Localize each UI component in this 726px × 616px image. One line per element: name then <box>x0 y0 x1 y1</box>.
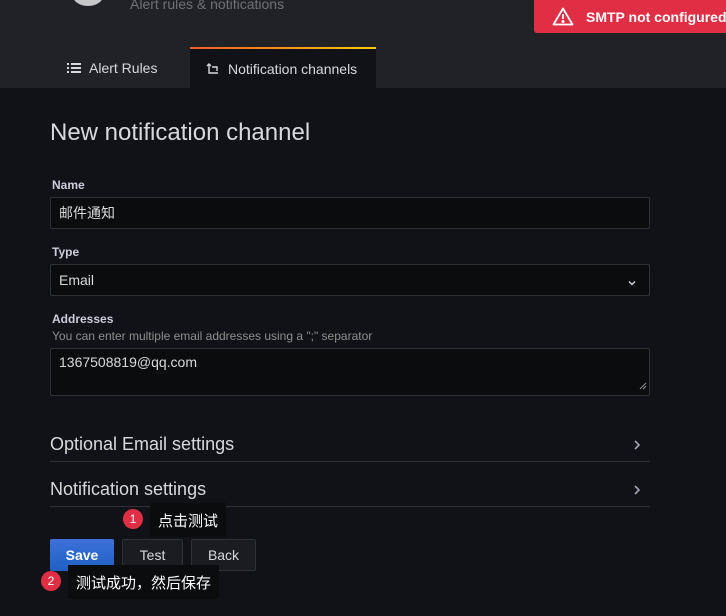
resize-handle-icon[interactable] <box>639 377 647 393</box>
name-input[interactable]: 邮件通知 <box>50 197 650 229</box>
tab-notification-channels[interactable]: Notification channels <box>190 47 376 88</box>
annotation-text-2: 测试成功，然后保存 <box>68 565 220 599</box>
type-select-value: Email <box>59 272 95 288</box>
alert-text: SMTP not configured, <box>586 8 726 25</box>
tab-alert-rules-label: Alert Rules <box>89 59 158 76</box>
list-icon <box>67 62 81 74</box>
tab-alert-rules[interactable]: Alert Rules <box>55 47 175 88</box>
chevron-right-icon <box>632 438 642 456</box>
optional-email-settings-section[interactable]: Optional Email settings <box>50 430 650 462</box>
alert-bell-logo-icon <box>72 0 104 6</box>
chevron-right-icon <box>632 483 642 501</box>
chevron-down-icon <box>627 275 637 291</box>
type-label: Type <box>52 245 80 259</box>
addresses-label: Addresses <box>52 312 114 326</box>
annotation-badge-2: 2 <box>41 571 61 591</box>
type-select[interactable]: Email <box>50 264 650 296</box>
addresses-hint: You can enter multiple email addresses u… <box>52 329 373 343</box>
name-input-value: 邮件通知 <box>59 205 115 221</box>
section-title: Notification settings <box>50 479 207 499</box>
addresses-value: 1367508819@qq.com <box>59 354 197 370</box>
smtp-error-alert[interactable]: SMTP not configured, <box>534 0 726 33</box>
page-subtitle: Alert rules & notifications <box>130 0 285 12</box>
warning-icon <box>552 7 574 26</box>
addresses-textarea[interactable]: 1367508819@qq.com <box>50 348 650 396</box>
tab-notification-channels-label: Notification channels <box>228 60 358 77</box>
annotation-text-1: 点击测试 <box>150 503 227 537</box>
page-title: New notification channel <box>50 119 311 146</box>
notification-settings-section[interactable]: Notification settings <box>50 475 650 507</box>
section-title: Optional Email settings <box>50 434 235 454</box>
share-channel-icon <box>206 62 220 76</box>
annotation-badge-1: 1 <box>123 509 143 529</box>
name-label: Name <box>52 178 85 192</box>
